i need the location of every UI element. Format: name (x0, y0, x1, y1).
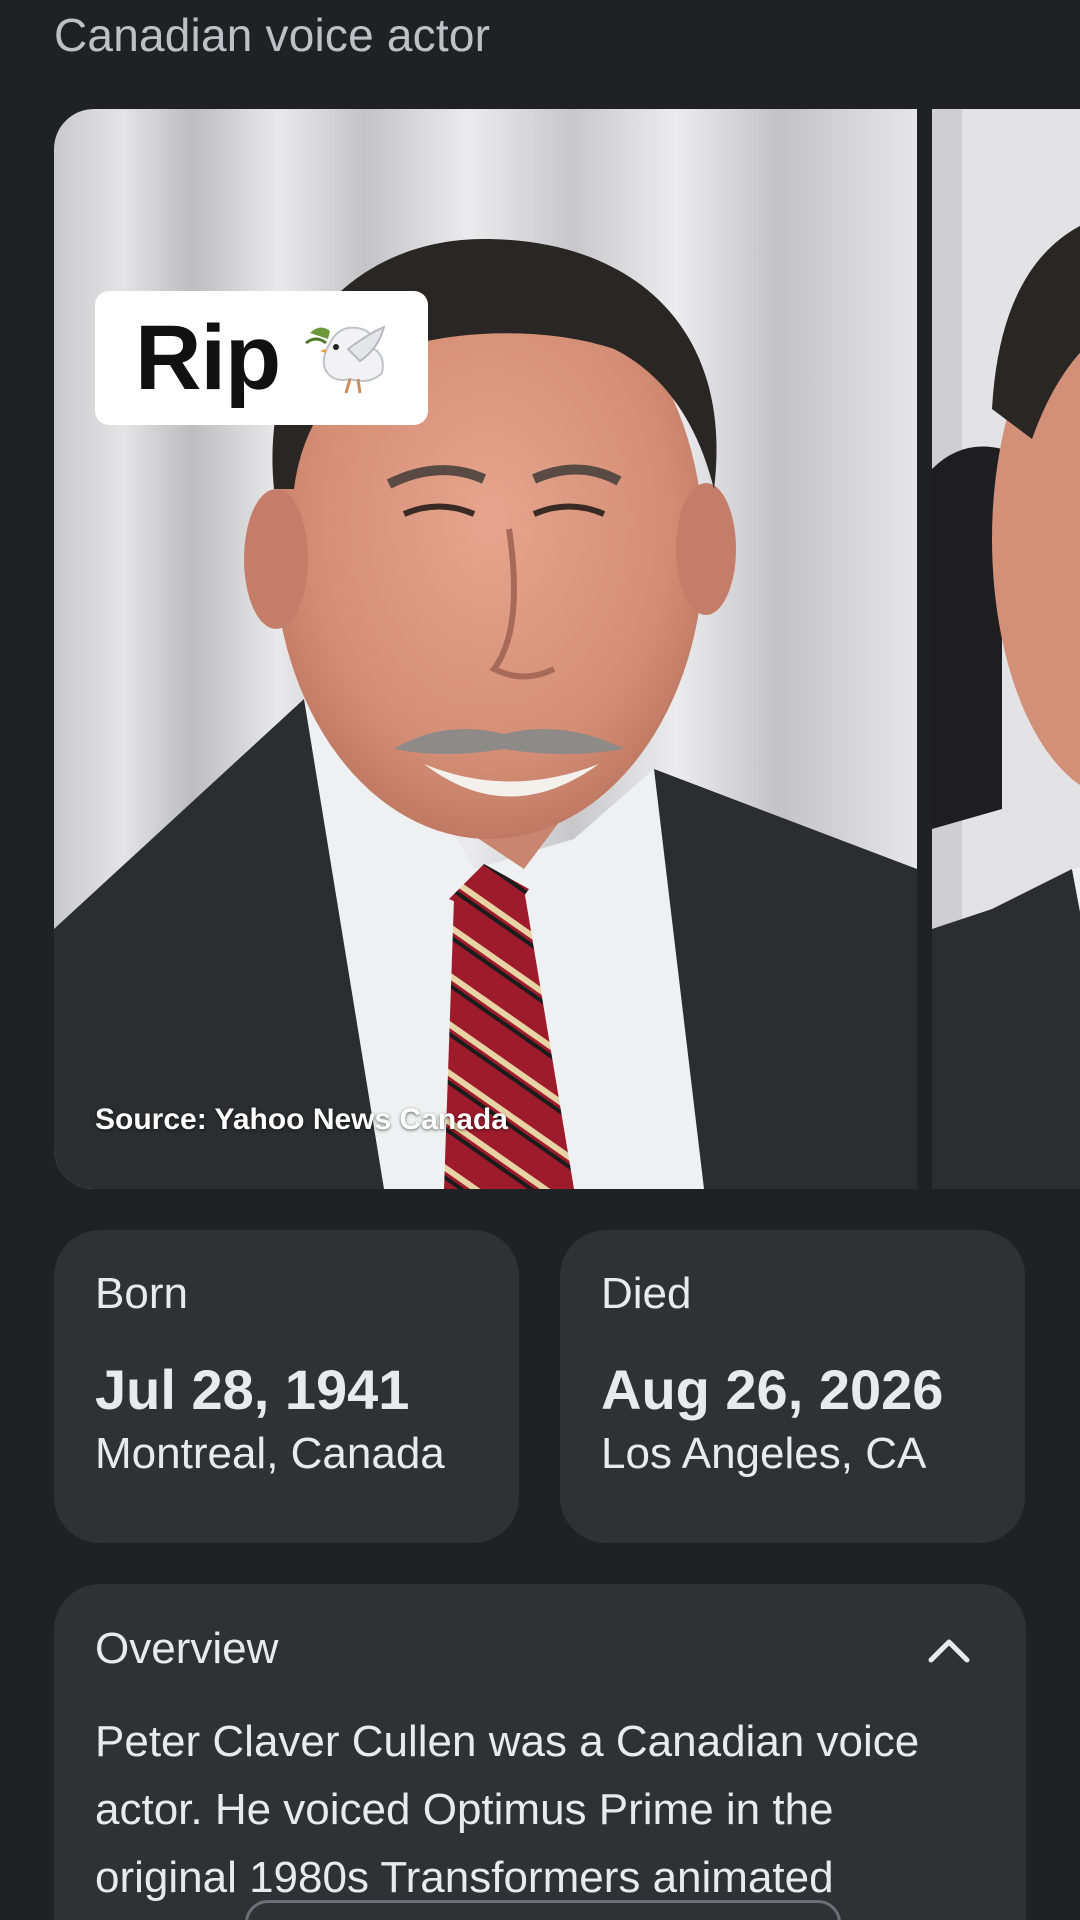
knowledge-panel: Canadian voice actor Rip Source: Yahoo N… (0, 0, 1080, 1920)
image-source-caption: Source: Yahoo News Canada (95, 1103, 508, 1136)
born-place: Montreal, Canada (95, 1429, 445, 1478)
overview-card: Overview Peter Claver Cullen was a Canad… (54, 1584, 1026, 1920)
overview-title: Overview (95, 1624, 279, 1673)
bottom-handle[interactable] (245, 1900, 841, 1920)
dove-icon (305, 325, 386, 394)
born-label: Born (95, 1269, 188, 1318)
born-date: Jul 28, 1941 (95, 1358, 410, 1421)
next-portrait-image (932, 109, 1080, 1189)
rip-text: Rip (135, 306, 281, 409)
portrait-image (54, 109, 917, 1189)
image-carousel[interactable]: Rip Source: Yahoo News Canada (54, 109, 1080, 1189)
overview-header[interactable]: Overview (95, 1624, 985, 1674)
entity-subtitle: Canadian voice actor (54, 9, 491, 61)
overview-text: Peter Claver Cullen was a Canadian voice… (95, 1717, 920, 1902)
rip-overlay-tag: Rip (95, 291, 428, 425)
died-date: Aug 26, 2026 (601, 1358, 944, 1421)
main-photo[interactable]: Rip Source: Yahoo News Canada (54, 109, 917, 1189)
died-card[interactable]: Died Aug 26, 2026 Los Angeles, CA (560, 1230, 1025, 1543)
died-label: Died (601, 1269, 692, 1318)
next-photo[interactable] (932, 109, 1080, 1189)
died-place: Los Angeles, CA (601, 1429, 927, 1478)
born-card[interactable]: Born Jul 28, 1941 Montreal, Canada (54, 1230, 519, 1543)
chevron-up-icon[interactable] (927, 1634, 971, 1664)
